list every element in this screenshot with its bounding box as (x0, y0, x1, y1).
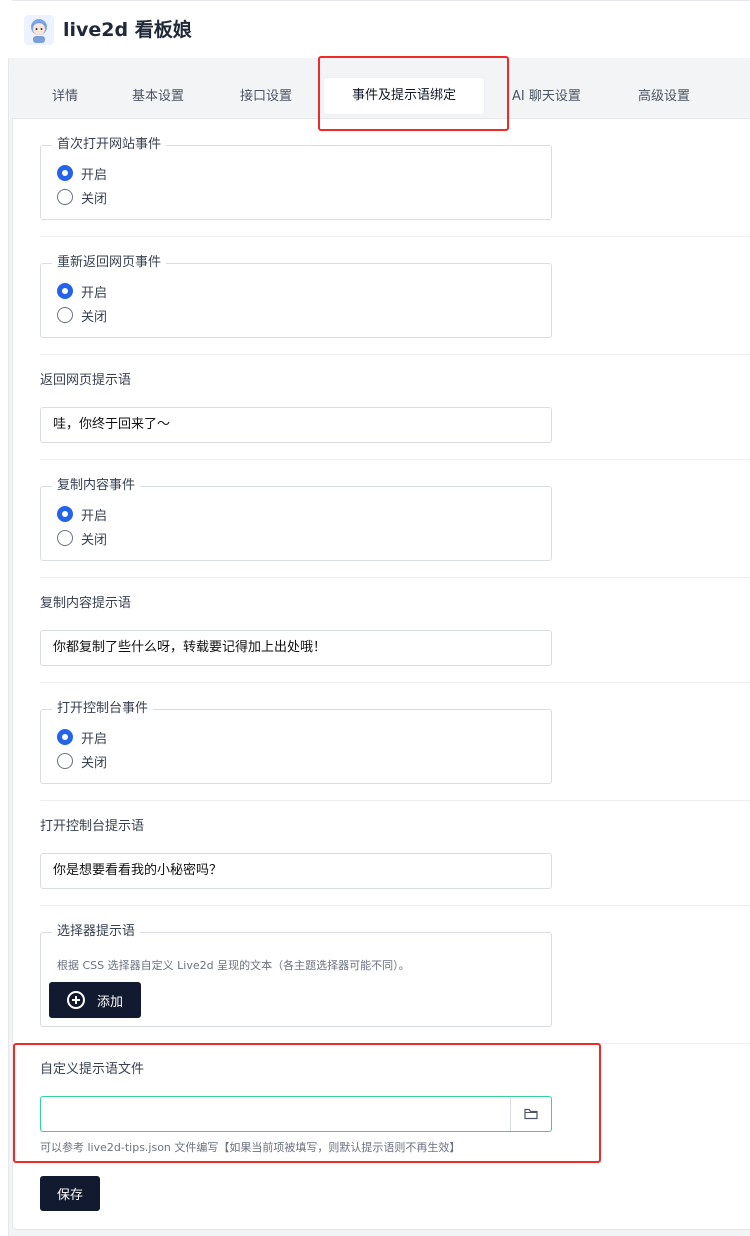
console-on-radio[interactable]: 开启 (57, 728, 108, 747)
return-page-event-legend: 重新返回网页事件 (52, 255, 167, 271)
add-button-label: 添加 (96, 994, 123, 1010)
radio-checked-icon (57, 165, 73, 181)
header: live2d 看板娘 (0, 0, 750, 58)
return-tip-label: 返回网页提示语 (40, 373, 132, 388)
radio-label: 开启 (81, 285, 108, 301)
radio-unchecked-icon (57, 753, 73, 769)
radio-label: 开启 (81, 167, 108, 183)
radio-label: 关闭 (81, 532, 108, 548)
divider (40, 577, 750, 578)
tab-details[interactable]: 详情 (52, 88, 78, 106)
radio-label: 开启 (81, 731, 108, 747)
tab-ai-chat-settings[interactable]: AI 聊天设置 (512, 88, 581, 106)
console-tip-input[interactable]: 你是想要看看我的小秘密吗？ (40, 853, 552, 889)
return-page-on-radio[interactable]: 开启 (57, 282, 108, 301)
divider (40, 236, 750, 237)
radio-checked-icon (57, 729, 73, 745)
console-event-group (40, 709, 552, 784)
copy-tip-input[interactable]: 你都复制了些什么呀，转载要记得加上出处哦！ (40, 630, 552, 666)
console-tip-label: 打开控制台提示语 (40, 819, 145, 834)
console-off-radio[interactable]: 关闭 (57, 752, 108, 771)
divider (40, 800, 750, 801)
tab-api-settings[interactable]: 接口设置 (240, 88, 292, 106)
radio-unchecked-icon (57, 189, 73, 205)
first-open-off-radio[interactable]: 关闭 (57, 188, 108, 207)
add-selector-button[interactable]: 添加 (49, 982, 141, 1018)
copy-tip-label: 复制内容提示语 (40, 596, 132, 611)
divider (12, 0, 750, 1)
console-event-legend: 打开控制台事件 (52, 701, 154, 717)
divider (40, 354, 750, 355)
radio-unchecked-icon (57, 307, 73, 323)
save-button[interactable]: 保存 (40, 1176, 100, 1211)
page-title: live2d 看板娘 (63, 19, 192, 41)
first-open-on-radio[interactable]: 开启 (57, 164, 108, 183)
copy-off-radio[interactable]: 关闭 (57, 529, 108, 548)
divider (40, 905, 750, 906)
radio-label: 关闭 (81, 755, 108, 771)
copy-event-legend: 复制内容事件 (52, 478, 141, 494)
radio-checked-icon (57, 283, 73, 299)
divider (40, 682, 750, 683)
highlight-box-custom-file (13, 1043, 601, 1163)
radio-label: 开启 (81, 508, 108, 524)
radio-label: 关闭 (81, 191, 108, 207)
highlight-box-tab (318, 56, 509, 131)
divider (40, 459, 750, 460)
selector-tips-help: 根据 CSS 选择器自定义 Live2d 呈现的文本（各主题选择器可能不同）。 (57, 959, 410, 972)
return-page-event-group (40, 263, 552, 338)
return-tip-input[interactable]: 哇，你终于回来了～ (40, 407, 552, 443)
copy-on-radio[interactable]: 开启 (57, 505, 108, 524)
copy-event-group (40, 486, 552, 561)
selector-tips-legend: 选择器提示语 (52, 924, 141, 940)
mascot-avatar-icon (24, 15, 54, 45)
first-open-event-legend: 首次打开网站事件 (52, 137, 167, 153)
page: live2d 看板娘 详情 基本设置 接口设置 事件及提示语绑定 AI 聊天设置… (0, 0, 750, 1236)
first-open-event-group (40, 145, 552, 220)
add-circle-icon (66, 991, 85, 1009)
return-page-off-radio[interactable]: 关闭 (57, 306, 108, 325)
radio-label: 关闭 (81, 309, 108, 325)
radio-checked-icon (57, 506, 73, 522)
radio-unchecked-icon (57, 530, 73, 546)
tab-basic-settings[interactable]: 基本设置 (132, 88, 184, 106)
tab-advanced-settings[interactable]: 高级设置 (638, 88, 690, 106)
